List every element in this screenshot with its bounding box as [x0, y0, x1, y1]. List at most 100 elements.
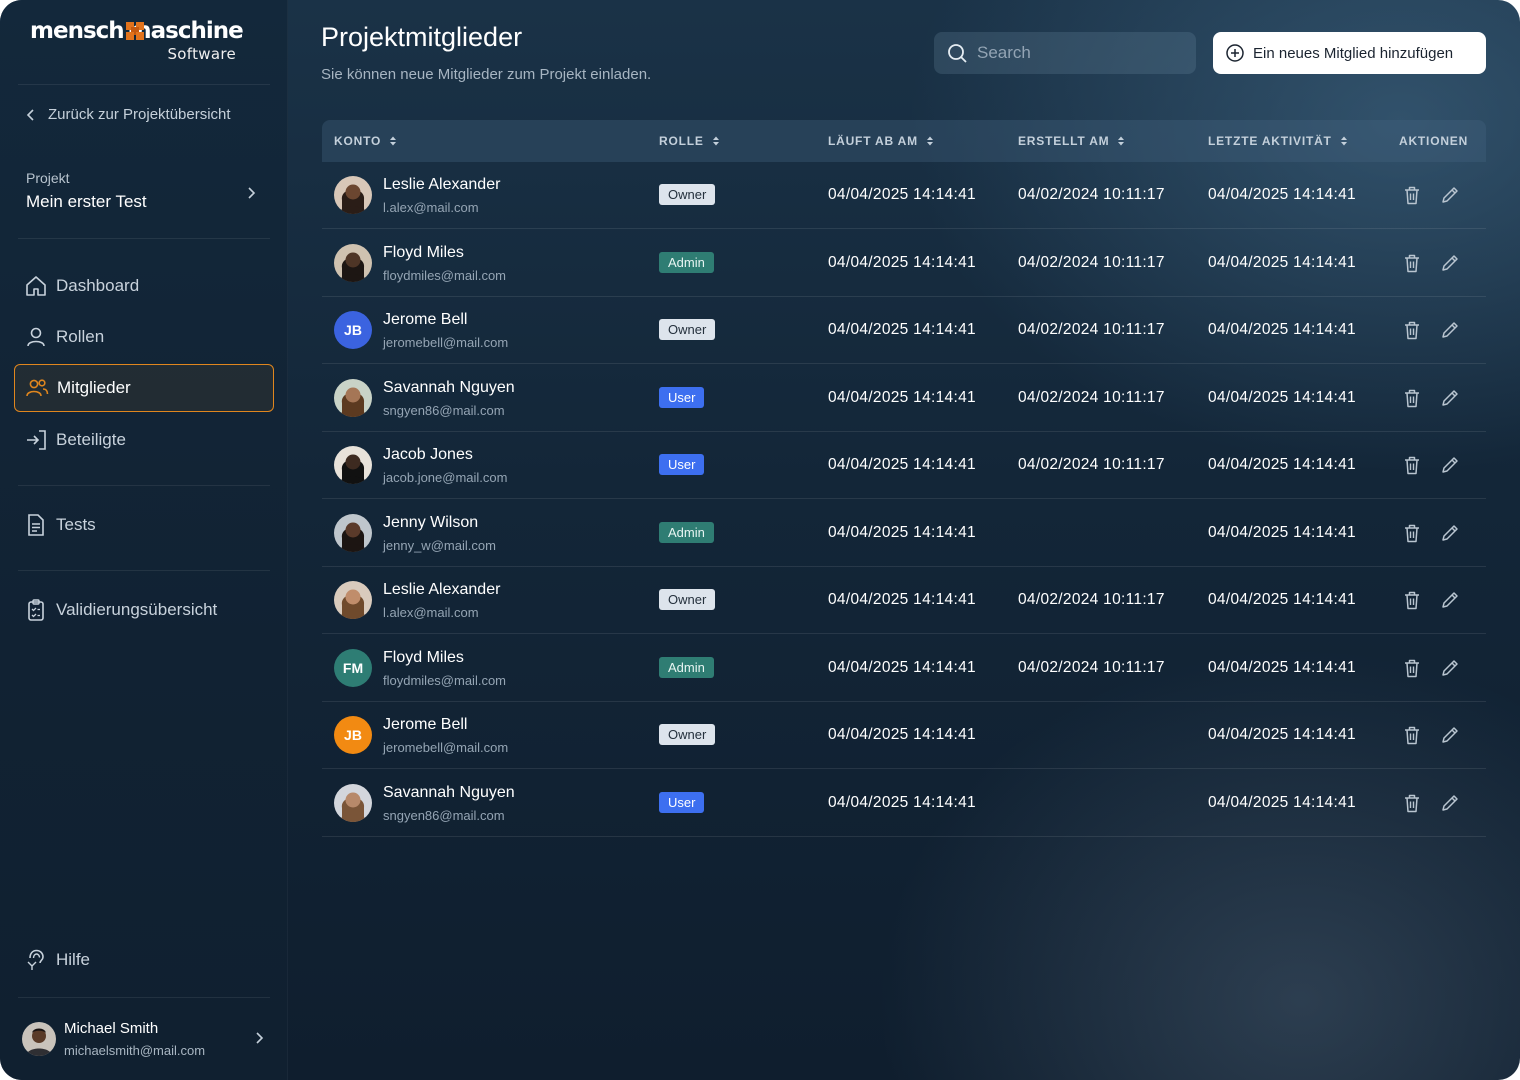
member-email: floydmiles@mail.com	[383, 672, 506, 688]
delete-button[interactable]	[1401, 454, 1423, 476]
member-email: jenny_w@mail.com	[383, 537, 496, 553]
expires-date: 04/04/2025 14:14:41	[828, 321, 976, 338]
delete-button[interactable]	[1401, 522, 1423, 544]
sidebar-item-rollen[interactable]: Rollen	[14, 313, 274, 361]
table-row: Floyd Miles floydmiles@mail.com Admin 04/04…	[322, 230, 1486, 297]
role-badge: User	[659, 454, 705, 475]
edit-button[interactable]	[1439, 657, 1461, 679]
search-box[interactable]	[934, 32, 1196, 74]
sidebar-item-tests[interactable]: Tests	[14, 501, 274, 549]
search-input[interactable]	[977, 43, 1177, 63]
column-header-aktionen: AKTIONEN	[1399, 134, 1468, 148]
member-name: Floyd Miles	[383, 243, 464, 261]
edit-button[interactable]	[1439, 522, 1461, 544]
created-date: 04/02/2024 10:11:17	[1018, 186, 1165, 203]
column-header-konto[interactable]: KONTO	[334, 134, 398, 148]
user-name: Michael Smith	[64, 1020, 159, 1037]
divider	[18, 485, 270, 486]
user-email: michaelsmith@mail.com	[64, 1043, 206, 1058]
last-activity-date: 04/04/2025 14:14:41	[1208, 388, 1356, 406]
clipboard-icon	[28, 599, 44, 621]
edit-button[interactable]	[1439, 724, 1461, 746]
delete-button[interactable]	[1401, 589, 1423, 611]
last-activity-date: 04/04/2025 14:14:41	[1208, 658, 1356, 676]
brand-name-right: maschine	[127, 18, 244, 44]
edit-button[interactable]	[1439, 589, 1461, 611]
app-window: mensch maschine Software Zurück zur Proj…	[0, 0, 1520, 1080]
delete-button[interactable]	[1401, 387, 1423, 409]
delete-button[interactable]	[1401, 184, 1423, 206]
edit-button[interactable]	[1439, 252, 1461, 274]
edit-button[interactable]	[1439, 319, 1461, 341]
column-label: LÄUFT AB AM	[828, 134, 918, 148]
delete-button[interactable]	[1401, 319, 1423, 341]
role-badge: Owner	[659, 184, 716, 205]
sort-icon	[390, 136, 397, 146]
member-email: l.alex@mail.com	[383, 200, 479, 215]
trash-icon	[1405, 389, 1419, 407]
sidebar-item-label: Dashboard	[56, 276, 140, 295]
plus-circle-icon	[1226, 44, 1244, 62]
back-link-label: Zurück zur Projektübersicht	[48, 106, 231, 123]
sidebar-item-validierungsuebersicht[interactable]: Validierungsübersicht	[14, 586, 274, 634]
column-header-letzte-aktivitaet[interactable]: LETZTE AKTIVITÄT	[1208, 134, 1349, 148]
edit-button[interactable]	[1439, 184, 1461, 206]
column-header-rolle[interactable]: ROLLE	[659, 134, 721, 148]
delete-button[interactable]	[1401, 252, 1423, 274]
sidebar-item-beteiligte[interactable]: Beteiligte	[14, 416, 274, 464]
column-label: KONTO	[334, 134, 382, 148]
delete-button[interactable]	[1401, 792, 1423, 814]
project-name: Mein erster Test	[26, 192, 147, 211]
back-to-projects-link[interactable]: Zurück zur Projektübersicht	[24, 106, 231, 123]
chevron-left-icon	[26, 108, 34, 121]
expires-date: 04/04/2025 14:14:41	[828, 253, 976, 271]
role-badge: Admin	[659, 251, 714, 273]
member-name: Jerome Bell	[383, 716, 468, 733]
table-row: JB Jerome Bell jeromebell@mail.com Owner 04/…	[322, 702, 1486, 769]
trash-icon	[1405, 726, 1419, 745]
column-header-erstellt-am[interactable]: ERSTELLT AM	[1018, 134, 1126, 148]
avatar	[334, 176, 372, 214]
created-date: 04/02/2024 10:11:17	[1018, 658, 1165, 676]
sidebar-item-mitglieder[interactable]: Mitglieder	[14, 364, 274, 412]
current-user[interactable]: Michael Smith michaelsmith@mail.com	[22, 1016, 272, 1062]
member-name: Leslie Alexander	[383, 581, 501, 598]
brand-sub: Software	[167, 45, 236, 63]
last-activity-date: 04/04/2025 14:14:41	[1208, 591, 1356, 608]
edit-button[interactable]	[1439, 454, 1461, 476]
member-email: jeromebell@mail.com	[383, 740, 509, 755]
project-selector[interactable]: Projekt Mein erster Test	[26, 170, 266, 212]
created-date: 04/02/2024 10:11:17	[1018, 253, 1165, 271]
avatar: JB	[334, 311, 372, 349]
role-badge: Owner	[659, 319, 716, 340]
pencil-icon	[1442, 254, 1458, 271]
avatar: JB	[334, 716, 372, 754]
created-date: 04/02/2024 10:11:17	[1018, 388, 1165, 406]
edit-button[interactable]	[1439, 792, 1461, 814]
add-member-button[interactable]: Ein neues Mitglied hinzufügen	[1213, 32, 1486, 74]
last-activity-date: 04/04/2025 14:14:41	[1208, 186, 1356, 203]
table-row: Savannah Nguyen sngyen86@mail.com User 04/0…	[322, 365, 1486, 432]
trash-icon	[1405, 591, 1419, 610]
sidebar-item-hilfe[interactable]: Hilfe	[14, 936, 274, 984]
sidebar-item-label: Beteiligte	[56, 430, 126, 449]
sidebar-item-label: Mitglieder	[57, 378, 131, 397]
brand-logo: mensch maschine Software	[30, 18, 244, 66]
page-subtitle: Sie können neue Mitglieder zum Projekt e…	[321, 66, 652, 83]
avatar	[334, 581, 372, 619]
delete-button[interactable]	[1401, 724, 1423, 746]
login-arrow-icon	[27, 430, 46, 450]
last-activity-date: 04/04/2025 14:14:41	[1208, 321, 1356, 338]
table-row: Leslie Alexander l.alex@mail.com Owner 04/0…	[322, 162, 1486, 229]
sidebar-item-dashboard[interactable]: Dashboard	[14, 262, 274, 310]
member-name: Savannah Nguyen	[383, 783, 515, 801]
column-label: ROLLE	[659, 134, 704, 148]
avatar: FM	[334, 648, 372, 687]
column-label: AKTIONEN	[1399, 134, 1469, 148]
table-row: Jacob Jones jacob.jone@mail.com User 04/04/…	[322, 432, 1486, 499]
edit-button[interactable]	[1439, 387, 1461, 409]
delete-button[interactable]	[1401, 657, 1423, 679]
avatar	[334, 513, 372, 552]
pencil-icon	[1442, 524, 1458, 541]
column-header-laeuft-ab-am[interactable]: LÄUFT AB AM	[828, 134, 935, 148]
